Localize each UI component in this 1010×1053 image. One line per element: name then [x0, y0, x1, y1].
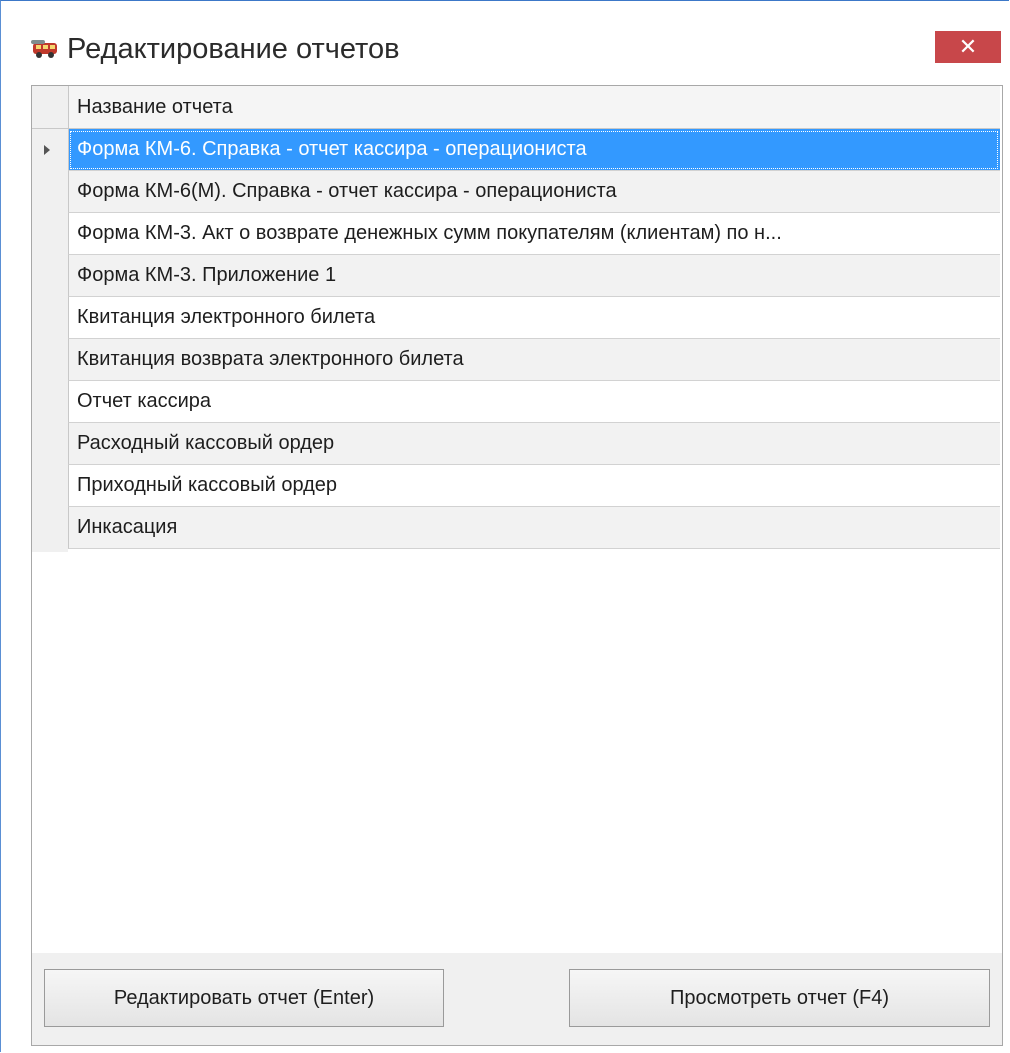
table-row[interactable]: Инкасация [32, 507, 1000, 549]
report-name-cell[interactable]: Форма КМ-6(М). Справка - отчет кассира -… [68, 171, 1000, 213]
table-row[interactable]: Форма КМ-3. Акт о возврате денежных сумм… [32, 213, 1000, 255]
view-report-button[interactable]: Просмотреть отчет (F4) [569, 969, 990, 1027]
row-indicator[interactable] [32, 171, 68, 213]
table-row[interactable]: Квитанция электронного билета [32, 297, 1000, 339]
report-name-cell[interactable]: Форма КМ-6. Справка - отчет кассира - оп… [68, 129, 1000, 171]
window-title: Редактирование отчетов [67, 33, 400, 65]
row-indicator[interactable] [32, 423, 68, 465]
table-row[interactable]: Форма КМ-3. Приложение 1 [32, 255, 1000, 297]
row-indicator[interactable] [32, 507, 68, 549]
report-name-cell[interactable]: Форма КМ-3. Приложение 1 [68, 255, 1000, 297]
column-header-label: Название отчета [77, 96, 233, 118]
report-name-cell[interactable]: Квитанция возврата электронного билета [68, 339, 1000, 381]
row-indicator[interactable] [32, 339, 68, 381]
report-name-cell[interactable]: Расходный кассовый ордер [68, 423, 1000, 465]
report-editor-window: Редактирование отчетов ✕ Название отчета… [0, 0, 1009, 1052]
table-row[interactable]: Форма КМ-6. Справка - отчет кассира - оп… [32, 129, 1000, 171]
table-row[interactable]: Квитанция возврата электронного билета [32, 339, 1000, 381]
close-icon: ✕ [958, 34, 978, 59]
row-indicator[interactable] [32, 465, 68, 507]
report-name-cell[interactable]: Инкасация [68, 507, 1000, 549]
row-indicator[interactable] [32, 297, 68, 339]
row-indicator[interactable] [32, 213, 68, 255]
close-button[interactable]: ✕ [935, 31, 1001, 63]
edit-report-button[interactable]: Редактировать отчет (Enter) [44, 969, 444, 1027]
table-row[interactable]: Отчет кассира [32, 381, 1000, 423]
table-row[interactable]: Расходный кассовый ордер [32, 423, 1000, 465]
title-bar[interactable]: Редактирование отчетов ✕ [1, 1, 1009, 71]
table-row[interactable]: Форма КМ-6(М). Справка - отчет кассира -… [32, 171, 1000, 213]
current-row-arrow-icon [44, 145, 50, 155]
report-name-cell[interactable]: Квитанция электронного билета [68, 297, 1000, 339]
report-name-cell[interactable]: Форма КМ-3. Акт о возврате денежных сумм… [68, 213, 1000, 255]
table-row[interactable]: Приходный кассовый ордер [32, 465, 1000, 507]
report-name-cell[interactable]: Приходный кассовый ордер [68, 465, 1000, 507]
button-panel: Редактировать отчет (Enter) Просмотреть … [31, 953, 1003, 1046]
row-indicator[interactable] [32, 129, 68, 171]
row-indicator[interactable] [32, 381, 68, 423]
column-header-report-name[interactable]: Название отчета [68, 86, 1000, 129]
row-indicator[interactable] [32, 255, 68, 297]
train-icon [31, 37, 61, 59]
grid-rows: Форма КМ-6. Справка - отчет кассира - оп… [32, 129, 1000, 549]
report-name-cell[interactable]: Отчет кассира [68, 381, 1000, 423]
grid-corner [32, 86, 68, 129]
reports-grid[interactable]: Название отчета Форма КМ-6. Справка - от… [31, 85, 1003, 955]
